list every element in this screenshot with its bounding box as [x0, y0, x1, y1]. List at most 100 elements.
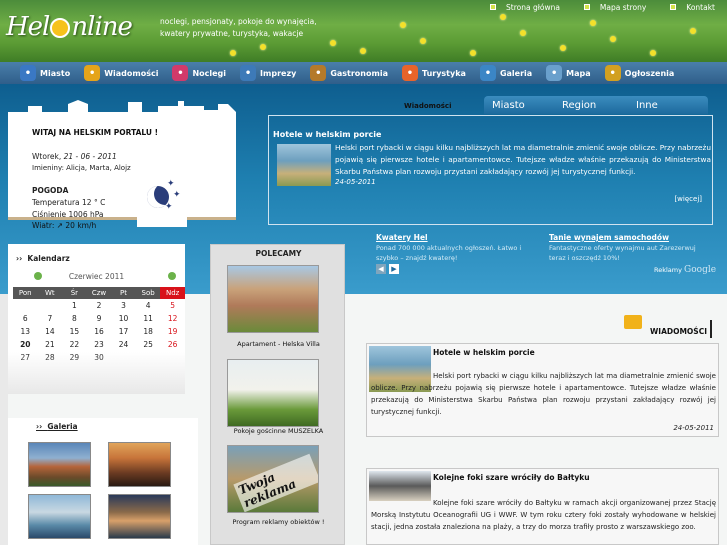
recommended-box: POLECAMY Apartament - Helska Villa Pokoj… [210, 244, 345, 545]
weather-pressure: Ciśnienie 1006 hPa [32, 210, 104, 219]
calendar-day[interactable]: 24 [111, 338, 136, 351]
calendar-day[interactable]: 23 [87, 338, 112, 351]
featured-news-title[interactable]: Hotele w helskim porcie [273, 130, 381, 139]
left-edge [0, 294, 8, 545]
nav-item-galeria[interactable]: • Galeria [479, 62, 532, 84]
more-link[interactable]: [więcej] [674, 195, 702, 203]
calendar-day[interactable]: 2 [87, 299, 112, 312]
calendar-day[interactable]: 7 [38, 312, 63, 325]
compass-icon: • [546, 65, 563, 81]
nav-item-label: Noclegi [192, 68, 227, 78]
nav-item-label: Turystyka [421, 68, 466, 78]
news-item-text: Kolejne foki szare wróciły do Bałtyku w … [371, 499, 716, 531]
news-section-title: WIADOMOŚCI [650, 327, 708, 336]
calendar-day[interactable]: 6 [13, 312, 38, 325]
nav-item-og-oszenia[interactable]: • Ogłoszenia [604, 62, 674, 84]
calendar-day[interactable]: 4 [136, 299, 161, 312]
next-month-icon[interactable] [168, 272, 176, 280]
calendar-day[interactable]: 19 [160, 325, 185, 338]
nav-item-noclegi[interactable]: • Noclegi [172, 62, 226, 84]
top-link-contact[interactable]: Kontakt [658, 0, 727, 14]
featured-news-photo[interactable] [277, 144, 331, 186]
calendar-day[interactable]: 26 [160, 338, 185, 351]
calendar-empty [13, 299, 38, 312]
ad-prev-icon[interactable]: ◀ [376, 264, 386, 274]
ad-title-2[interactable]: Tanie wynajem samochodów [549, 233, 669, 242]
calendar-day[interactable]: 3 [111, 299, 136, 312]
recommended-photo-1[interactable] [227, 265, 319, 333]
calendar-day[interactable]: 22 [62, 338, 87, 351]
tab-region[interactable]: Region [554, 96, 634, 114]
nav-item-mapa[interactable]: • Mapa [546, 62, 591, 84]
gallery-title[interactable]: ›› Galeria [36, 422, 78, 431]
gallery-photo-3[interactable] [28, 494, 91, 539]
weather-title: POGODA [32, 186, 69, 195]
gallery-widget: ›› Galeria [8, 418, 198, 545]
header-divider [710, 320, 712, 338]
recommended-photo-2[interactable] [227, 359, 319, 427]
gallery-photo-1[interactable] [28, 442, 91, 487]
calendar-day[interactable]: 10 [111, 312, 136, 325]
calendar-day[interactable]: 1 [62, 299, 87, 312]
gallery-photo-2[interactable] [108, 442, 171, 487]
news-item-title[interactable]: Hotele w helskim porcie [433, 348, 535, 357]
bullet-icon [583, 4, 590, 10]
calendar-day[interactable]: 25 [136, 338, 161, 351]
weekday-header: Śr [62, 287, 87, 299]
ad-text-2: Fantastyczne oferty wynajmu aut Zarezerw… [549, 244, 696, 262]
weekday-header: Sob [135, 287, 161, 299]
nav-item-miasto[interactable]: • Miasto [20, 62, 70, 84]
weekday-header: Wt [37, 287, 63, 299]
welcome-box: WITAJ NA HELSKIM PORTALU ! Wtorek, 21 - … [8, 116, 236, 220]
ad-text-1: Ponad 700 000 aktualnych ogłoszeń. Łatwo… [376, 244, 522, 262]
main-nav: • Miasto • Wiadomości • Noclegi • Imprezy • Gastr… [0, 62, 727, 84]
calendar-day[interactable]: 16 [87, 325, 112, 338]
recommended-caption-1[interactable]: Apartament - Helska Villa [211, 340, 346, 348]
news-section-header: WIADOMOŚCI [624, 315, 724, 339]
calendar-day[interactable]: 14 [38, 325, 63, 338]
calendar-day[interactable]: 21 [38, 338, 63, 351]
recommended-caption-3[interactable]: Program reklamy obiektów ! [211, 518, 346, 526]
news-item-title[interactable]: Kolejne foki szare wróciły do Bałtyku [433, 473, 590, 482]
ad-pager: ◀ ▶ [376, 264, 399, 274]
weekday-header: Czw [86, 287, 112, 299]
news-tabs-label: Wiadomości [404, 102, 452, 110]
logo-sun-icon [50, 18, 71, 38]
calendar-day[interactable]: 17 [111, 325, 136, 338]
calendar-day[interactable]: 20 [13, 338, 38, 351]
calendar-day[interactable]: 13 [13, 325, 38, 338]
nav-item-turystyka[interactable]: • Turystyka [401, 62, 466, 84]
info-icon: • [20, 65, 36, 81]
news-item-date: 24-05-2011 [673, 424, 714, 432]
calendar-day[interactable]: 12 [160, 312, 185, 325]
page: Hel nline noclegi, pensjonaty, pokoje do … [0, 0, 727, 545]
weekday-header: Pt [111, 287, 136, 299]
ad-next-icon[interactable]: ▶ [389, 264, 399, 274]
people-icon: • [604, 65, 621, 81]
top-link-home[interactable]: Strona główna [478, 0, 572, 14]
bullet-icon [490, 4, 497, 10]
recommended-caption-2[interactable]: Pokoje gościnne MUSZELKA [211, 427, 346, 435]
calendar-day[interactable]: 15 [62, 325, 87, 338]
calendar-day[interactable]: 11 [136, 312, 161, 325]
nav-item-gastronomia[interactable]: • Gastronomia [310, 62, 388, 84]
site-logo[interactable]: Hel nline [6, 12, 133, 42]
gallery-photo-4[interactable] [108, 494, 171, 539]
calendar-day[interactable]: 5 [160, 299, 185, 312]
food-bowl-icon: • [310, 65, 327, 81]
calendar-day[interactable]: 8 [62, 312, 87, 325]
featured-news: Hotele w helskim porcie Helski port ryba… [268, 115, 713, 225]
ad-title-1[interactable]: Kwatery Hel [376, 233, 428, 242]
tab-inne[interactable]: Inne [628, 96, 708, 114]
nav-item-wiadomo-ci[interactable]: • Wiadomości [84, 62, 158, 84]
ads-by-google[interactable]: Reklamy Google [654, 265, 716, 275]
nav-item-imprezy[interactable]: • Imprezy [240, 62, 296, 84]
recommended-title: POLECAMY [255, 249, 302, 258]
calendar-day[interactable]: 18 [136, 325, 161, 338]
tab-miasto[interactable]: Miasto [484, 96, 564, 114]
photo-icon: • [479, 65, 496, 81]
news-item-1: Hotele w helskim porcie Helski port ryba… [366, 343, 719, 437]
recommended-photo-3[interactable]: Twoja reklama [227, 445, 319, 513]
top-link-sitemap[interactable]: Mapa strony [572, 0, 658, 14]
calendar-day[interactable]: 9 [87, 312, 112, 325]
